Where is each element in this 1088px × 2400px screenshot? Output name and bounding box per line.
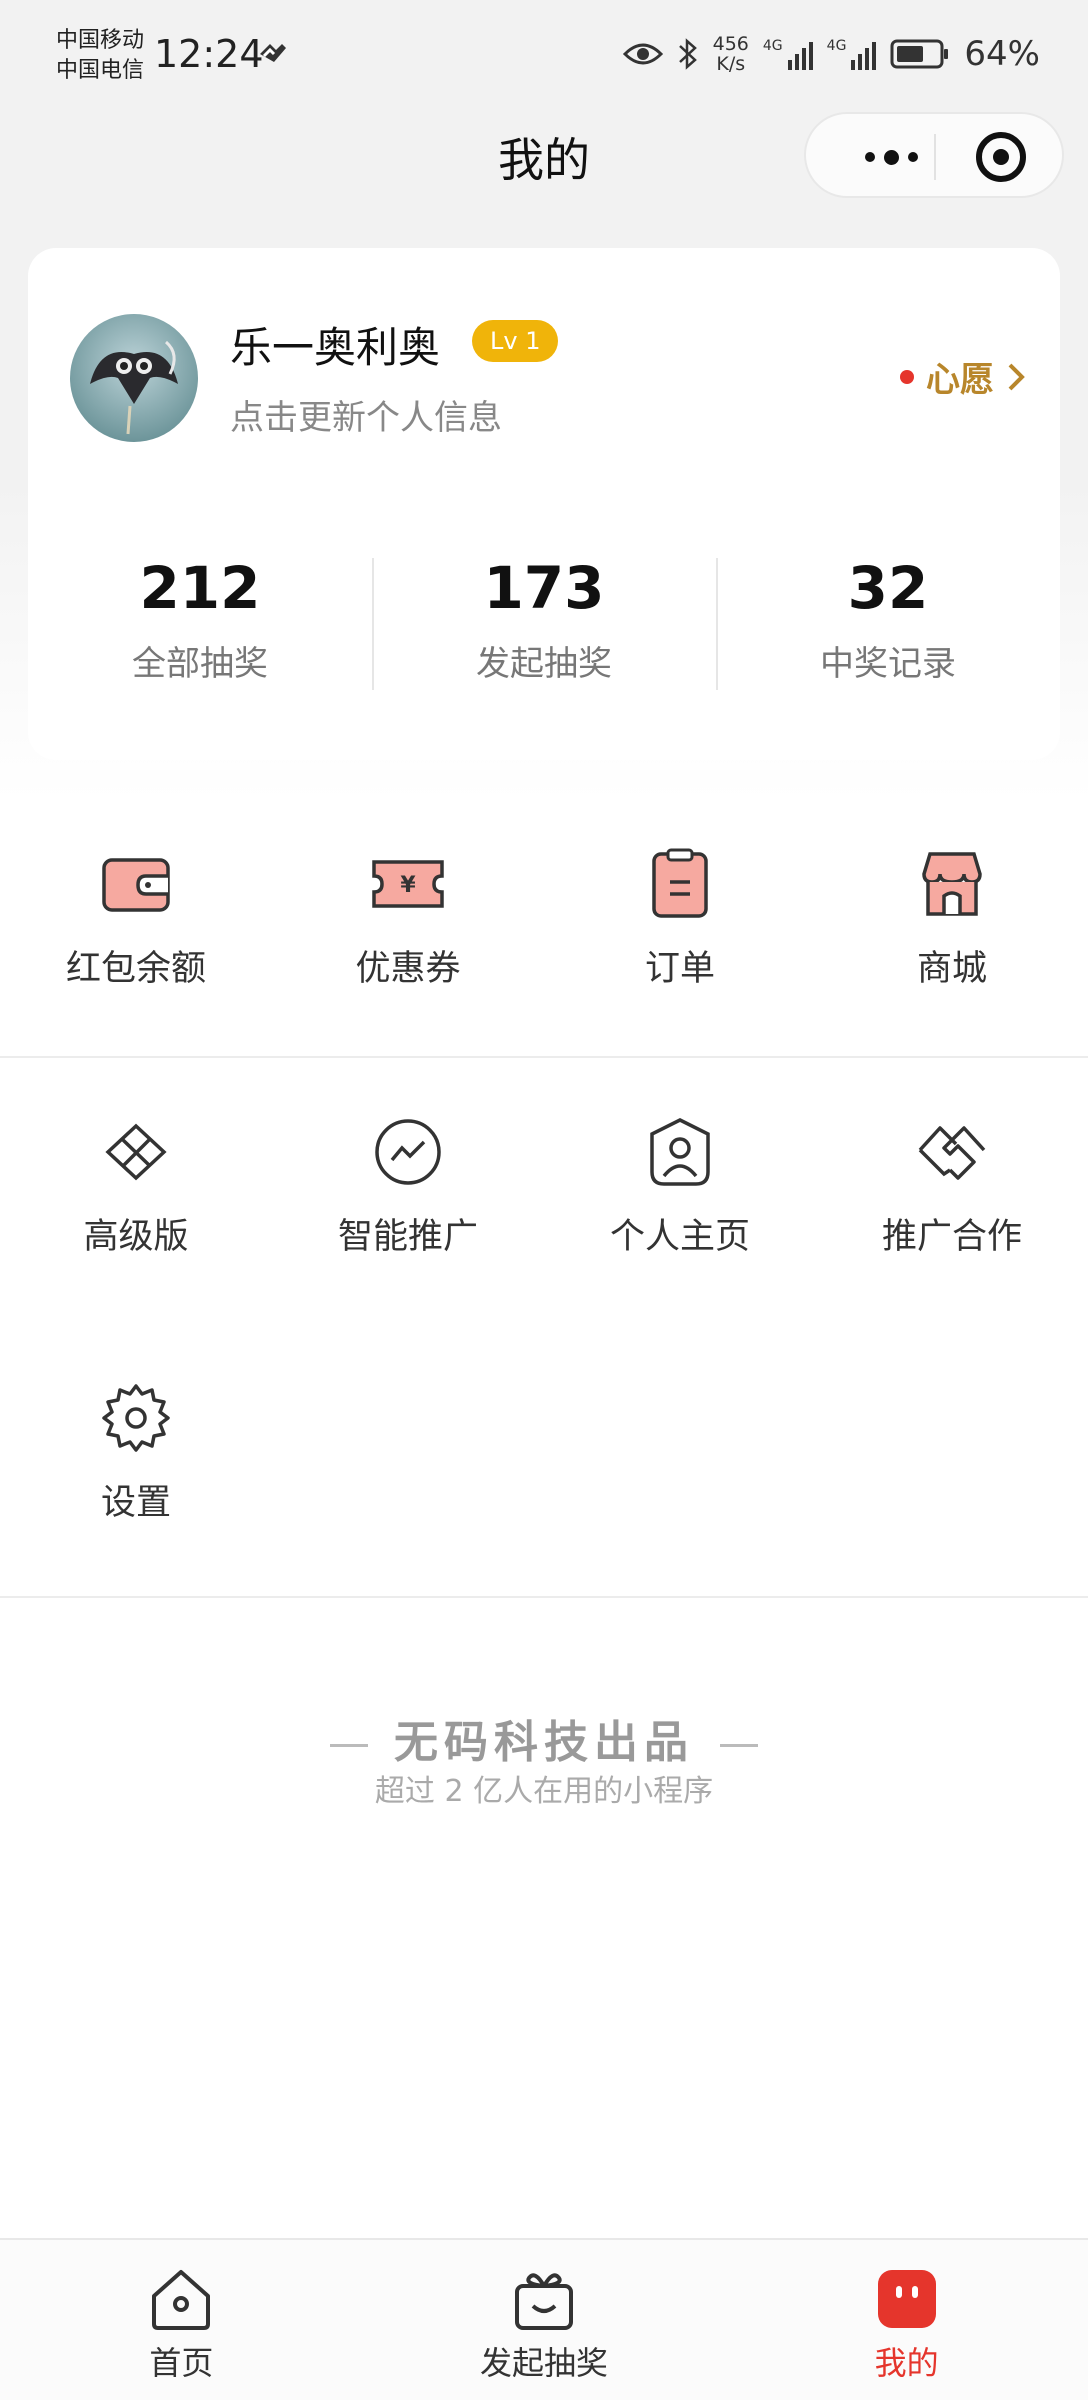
battery-icon [890,39,949,69]
signal-2-icon: 4G [827,38,877,70]
wallet-icon [102,858,170,912]
section-divider [0,1596,1088,1598]
home-icon [152,2270,211,2330]
eye-icon [622,43,663,65]
tab-label: 发起抽奖 [480,2344,609,2382]
order-icon [652,848,708,918]
status-time: 12:24 [154,32,264,76]
carrier-2: 中国电信 [56,58,145,83]
stat-value: 173 [483,554,605,622]
carrier-1: 中国移动 [56,28,145,53]
menu-label: 商城 [916,949,987,989]
svg-text:¥: ¥ [400,873,416,898]
menu-label: 高级版 [83,1217,189,1257]
dot-icon [883,149,899,165]
menu-row-3: 设置 [0,1380,1088,1525]
menu-label: 订单 [644,949,715,989]
brand-dash [330,1744,368,1747]
diamond-icon [105,1123,167,1181]
stat-label: 中奖记录 [820,644,956,684]
username: 乐一奥利奥 [230,323,441,372]
chevron-right-icon [1008,363,1025,390]
stat-winning-records[interactable]: 32 中奖记录 [716,550,1060,690]
status-indicators: 456 K/s 4G 4G 64% [622,32,1040,76]
menu-label: 红包余额 [65,949,206,989]
stat-label: 全部抽奖 [132,644,268,684]
handshake-icon [918,1126,986,1180]
close-mini-program-button[interactable] [976,132,1026,182]
menu-item-personal-page[interactable]: 个人主页 [544,1114,816,1259]
wish-list-button[interactable]: 心愿 [900,352,1026,401]
mini-program-capsule [804,112,1064,198]
menu-row-2: 高级版 智能推广 个人主页 推广合作 [0,1114,1088,1259]
tab-label: 首页 [149,2344,214,2382]
menu-label: 智能推广 [337,1217,478,1257]
section-divider [0,1056,1088,1058]
battery-percent: 64% [964,34,1040,74]
brand-title: 无码科技出品 [0,1706,1088,1770]
menu-item-settings[interactable]: 设置 [0,1380,272,1525]
wish-label: 心愿 [926,360,994,400]
bottom-tab-bar: 首页 发起抽奖 我的 [0,2238,1088,2400]
menu-label: 优惠券 [355,949,461,989]
owl-avatar-image [70,314,198,442]
level-badge: Lv 1 [472,320,559,362]
menu-item-premium[interactable]: 高级版 [0,1114,272,1259]
menu-row-1: 红包余额 ¥ 优惠券 订单 商城 [0,846,1088,991]
stat-created-lotteries[interactable]: 173 发起抽奖 [372,550,716,690]
store-icon [922,852,982,916]
heart-pulse-icon [260,44,286,62]
menu-item-cooperation[interactable]: 推广合作 [816,1114,1088,1259]
menu-item-order[interactable]: 订单 [544,846,816,991]
gear-icon [102,1384,170,1452]
profile-card: 乐一奥利奥 Lv 1 点击更新个人信息 心愿 212 全部抽奖 173 发起抽奖… [28,248,1060,760]
target-icon [993,149,1009,165]
bluetooth-icon [678,38,697,70]
menu-item-smart-promotion[interactable]: 智能推广 [272,1114,544,1259]
signal-1-icon: 4G [763,38,813,70]
tab-mine[interactable]: 我的 [725,2240,1088,2400]
stats-row: 212 全部抽奖 173 发起抽奖 32 中奖记录 [28,550,1060,690]
menu-item-coupon[interactable]: ¥ 优惠券 [272,846,544,991]
trend-icon [375,1119,441,1185]
mine-icon [877,2270,936,2328]
notification-dot [900,369,914,384]
brand-dash [720,1744,758,1747]
menu-label: 设置 [100,1483,171,1523]
stat-value: 32 [847,554,929,622]
coupon-icon: ¥ [372,860,444,908]
stat-all-lotteries[interactable]: 212 全部抽奖 [28,550,372,690]
menu-label: 个人主页 [609,1217,750,1257]
avatar[interactable] [70,314,198,442]
dot-icon [864,152,875,162]
menu-item-red-packet[interactable]: 红包余额 [0,846,272,991]
menu-item-store[interactable]: 商城 [816,846,1088,991]
carrier-info: 中国移动 中国电信 [56,26,144,86]
capsule-divider [934,134,936,180]
stat-label: 发起抽奖 [476,644,612,684]
tab-label: 我的 [874,2344,939,2382]
brand-tagline: 超过 2 亿人在用的小程序 [374,1774,714,1809]
tab-home[interactable]: 首页 [0,2240,363,2400]
tab-create-lottery[interactable]: 发起抽奖 [363,2240,726,2400]
brand-name: 无码科技出品 [394,1717,694,1768]
dot-icon [907,152,918,162]
status-bar: 中国移动 中国电信 12:24 456 K/s 4G 4G 64% [0,0,1088,110]
menu-label: 推广合作 [881,1217,1022,1257]
update-profile-link[interactable]: 点击更新个人信息 [230,390,502,439]
stat-value: 212 [139,554,261,622]
network-speed: 456 K/s [712,33,749,75]
more-options-button[interactable] [846,140,936,174]
gift-icon [515,2273,573,2330]
profile-icon [650,1118,710,1186]
